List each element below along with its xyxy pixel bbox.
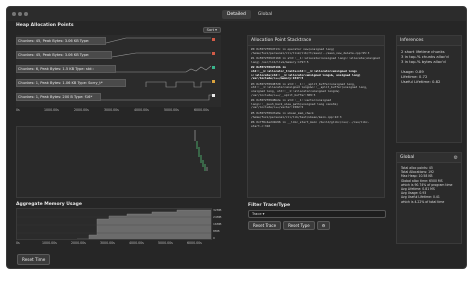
stack-frame: #0 0x55f2f09d713c in operator new(unsign…	[251, 47, 370, 55]
alloc-row[interactable]: Chunkes: 45, Peak Bytes: 3.06 KB Type:	[16, 51, 221, 63]
sort-button[interactable]: Sort ▾	[202, 27, 221, 33]
stacktrace-title: Allocation Point Stacktrace	[248, 36, 384, 46]
title-bar: Detailed Global	[7, 7, 466, 21]
alloc-row[interactable]: Chunkes: 1, Peak Bytes: 1.06 KB Type: So…	[16, 79, 221, 91]
time-tick: 4000.00s	[129, 241, 144, 245]
time-tick: 0s	[16, 108, 20, 112]
stack-frame: #3 0x55f2f09d8f20 in std::__1::__split_b…	[251, 81, 370, 97]
alloc-row[interactable]: Chunkes: 45, Peak Bytes: 3.06 KB Type:	[16, 37, 221, 49]
alloc-row[interactable]: Chunkes: 1, Peak Bytes: 200 B Type: f16*	[16, 93, 221, 105]
stack-frame: #1 0x55f2f09d7160 in std::__1::allocator…	[251, 56, 382, 64]
app-window: Detailed Global Heap Allocation Points S…	[6, 6, 467, 269]
time-axis-top: 0s 1000.00s 2000.00s 3000.00s 4000.00s 5…	[16, 108, 221, 114]
time-tick: 5000.00s	[158, 241, 173, 245]
y-tick: 24MB	[213, 215, 222, 219]
reset-trace-button[interactable]: Reset Trace	[248, 221, 282, 230]
timeline-points	[194, 130, 208, 171]
allocation-points-list: Chunkes: 45, Peak Bytes: 3.06 KB Type: C…	[16, 35, 221, 107]
time-axis-bottom: 0s 1000.00s 2000.00s 3000.00s 4000.00s 5…	[16, 241, 221, 247]
stack-frame-highlighted: #2 0x55f2f09d719b in std::__1::allocator…	[251, 65, 363, 81]
inferences-body: 2 short lifetime chunks 3 in top-% chunk…	[397, 46, 461, 87]
time-tick: 3000.00s	[100, 241, 115, 245]
reset-type-button[interactable]: Reset Type	[283, 221, 315, 230]
heap-allocation-header: Heap Allocation Points Sort ▾	[16, 23, 221, 33]
global-line: which is 4.22% of total time	[401, 199, 445, 204]
alloc-row-label: Chunkes: 45, Peak Bytes: 3.06 KB Type:	[18, 38, 90, 43]
filter-buttons: Reset Trace Reset Type ⚙	[248, 221, 331, 230]
inference-line: Useful Lifetime: 0.82	[401, 79, 441, 84]
time-tick: 6000.00s	[194, 108, 209, 112]
y-tick: 32MB	[213, 208, 222, 212]
y-tick: 0	[213, 236, 215, 240]
reset-time-button[interactable]: Reset Time	[17, 254, 51, 265]
y-tick: 16MB	[213, 222, 222, 226]
time-tick: 0s	[16, 241, 20, 245]
alloc-row-swatch	[212, 80, 215, 83]
stacktrace-body: #0 0x55f2f09d713c in operator new(unsign…	[248, 46, 384, 132]
view-tabs: Detailed Global	[222, 10, 277, 19]
aggregate-y-axis: 32MB 24MB 16MB 8MB 0	[213, 208, 227, 242]
alloc-row-label: Chunkes: 45, Peak Bytes: 3.06 KB Type:	[18, 52, 90, 57]
heap-allocation-title: Heap Allocation Points	[16, 23, 74, 28]
tab-detailed[interactable]: Detailed	[222, 10, 251, 19]
alloc-row-swatch	[212, 52, 215, 55]
zoom-window-icon[interactable]	[24, 12, 28, 16]
aggregate-memory-chart	[16, 208, 212, 240]
global-panel: Global ⚙ Total alloc points: 45 Total Al…	[396, 152, 462, 244]
settings-gear-icon[interactable]: ⚙	[316, 221, 331, 230]
aggregate-memory-title: Aggregate Memory Usage	[16, 202, 82, 207]
time-tick: 1000.00s	[44, 108, 59, 112]
alloc-row-swatch	[212, 38, 215, 41]
time-tick: 3000.00s	[104, 108, 119, 112]
stack-frame: #6 0x7f8c4e2d1b96 in __libc_start_main /…	[251, 120, 370, 128]
gear-icon[interactable]: ⚙	[454, 155, 458, 161]
stack-frame: #5 0x55f2f09d7a0e in ubsan_mem_check /ho…	[251, 110, 342, 119]
alloc-row-swatch	[212, 66, 215, 69]
filter-label: Filter Trace/Type	[248, 203, 291, 208]
stacktrace-panel: Allocation Point Stacktrace #0 0x55f2f09…	[247, 35, 385, 198]
stack-frame: #4 0x55f2f09d8b2e in std::__1::vector<un…	[251, 98, 340, 110]
global-body: Total alloc points: 45 Total Allocations…	[397, 163, 461, 207]
inferences-panel: Inferences 2 short lifetime chunks 3 in …	[396, 35, 462, 143]
time-tick: 2000.00s	[74, 108, 89, 112]
inferences-title: Inferences	[397, 36, 461, 46]
time-tick: 6000.00s	[187, 241, 202, 245]
alloc-row[interactable]: Chunkes: 6, Peak Bytes: 1.5 KB Type: std…	[16, 65, 221, 77]
allocation-timeline-plot[interactable]	[16, 126, 221, 198]
minimize-window-icon[interactable]	[18, 12, 22, 16]
alloc-row-label: Chunkes: 6, Peak Bytes: 1.5 KB Type: std…	[18, 66, 94, 71]
global-title: Global	[397, 153, 461, 163]
time-tick: 2000.00s	[71, 241, 86, 245]
tab-global[interactable]: Global	[253, 10, 277, 19]
y-tick: 8MB	[213, 229, 220, 233]
time-tick: 4000.00s	[134, 108, 149, 112]
alloc-row-swatch	[212, 94, 215, 97]
aggregate-memory-area	[17, 209, 211, 239]
close-window-icon[interactable]	[12, 12, 16, 16]
time-tick: 5000.00s	[164, 108, 179, 112]
alloc-row-label: Chunkes: 1, Peak Bytes: 1.06 KB Type: So…	[18, 80, 103, 85]
alloc-row-label: Chunkes: 1, Peak Bytes: 200 B Type: f16*	[18, 94, 93, 99]
filter-trace-select[interactable]: Trace ▾	[248, 210, 386, 218]
time-tick: 1000.00s	[42, 241, 57, 245]
